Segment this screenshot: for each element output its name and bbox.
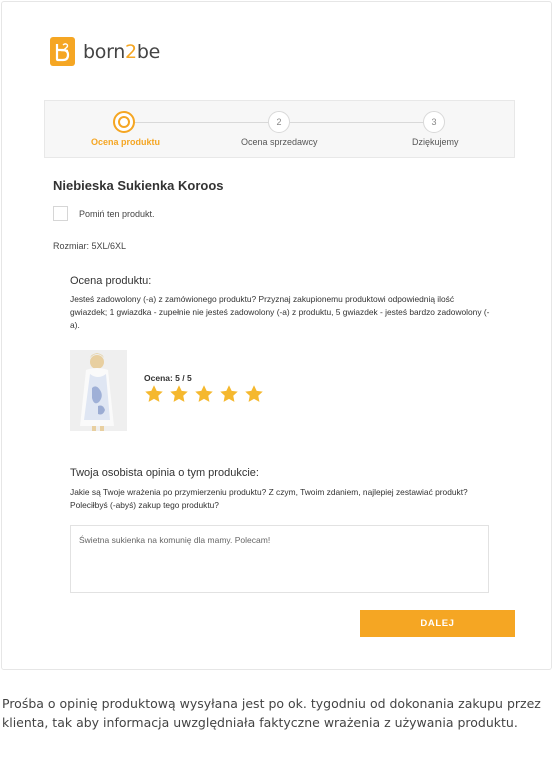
stepper-line [290, 122, 430, 123]
dress-photo [70, 350, 127, 431]
screenshot-caption: Prośba o opinię produktową wysyłana jest… [2, 696, 541, 730]
next-button[interactable]: DALEJ [360, 610, 515, 637]
product-size: Rozmiar: 5XL/6XL [53, 241, 127, 251]
opinion-textarea[interactable]: Świetna sukienka na komunię dla mamy. Po… [70, 525, 489, 593]
brand-logo[interactable]: born2be [50, 37, 160, 66]
star-icon[interactable] [169, 384, 189, 404]
step-1-label: Ocena produktu [91, 137, 161, 147]
progress-stepper: 2 3 Ocena produktu Ocena sprzedawcy Dzię… [44, 100, 515, 158]
rating-section-title: Ocena produktu: [70, 275, 152, 287]
rating-value-label: Ocena: 5 / 5 [144, 373, 192, 383]
star-rating[interactable] [144, 384, 264, 404]
star-icon[interactable] [244, 384, 264, 404]
step-3-dot: 3 [423, 111, 445, 133]
star-icon[interactable] [194, 384, 214, 404]
skip-product-label[interactable]: Pomiń ten produkt. [79, 209, 155, 219]
stepper-line [125, 122, 280, 123]
brand-name-2: 2 [125, 40, 137, 63]
opinion-section-title: Twoja osobista opinia o tym produkcie: [70, 467, 259, 479]
star-icon[interactable] [219, 384, 239, 404]
step-2-dot: 2 [268, 111, 290, 133]
star-icon[interactable] [144, 384, 164, 404]
brand-name-be: be [136, 40, 160, 63]
step-3-label: Dziękujemy [412, 137, 459, 147]
rating-section-description: Jesteś zadowolony (-a) z zamówionego pro… [70, 294, 490, 330]
brand-name: born2be [83, 41, 160, 63]
product-title: Niebieska Sukienka Koroos [53, 178, 224, 193]
b2-logo-icon [50, 37, 75, 66]
brand-name-born: born [83, 40, 126, 63]
review-card: born2be 2 3 Ocena produktu Ocena sprzeda… [1, 1, 552, 670]
step-1-dot [113, 111, 135, 133]
step-2-label: Ocena sprzedawcy [241, 137, 318, 147]
opinion-section-description: Jakie są Twoje wrażenia po przymierzeniu… [70, 487, 468, 510]
product-image [70, 350, 127, 431]
skip-product-checkbox[interactable] [53, 206, 68, 221]
